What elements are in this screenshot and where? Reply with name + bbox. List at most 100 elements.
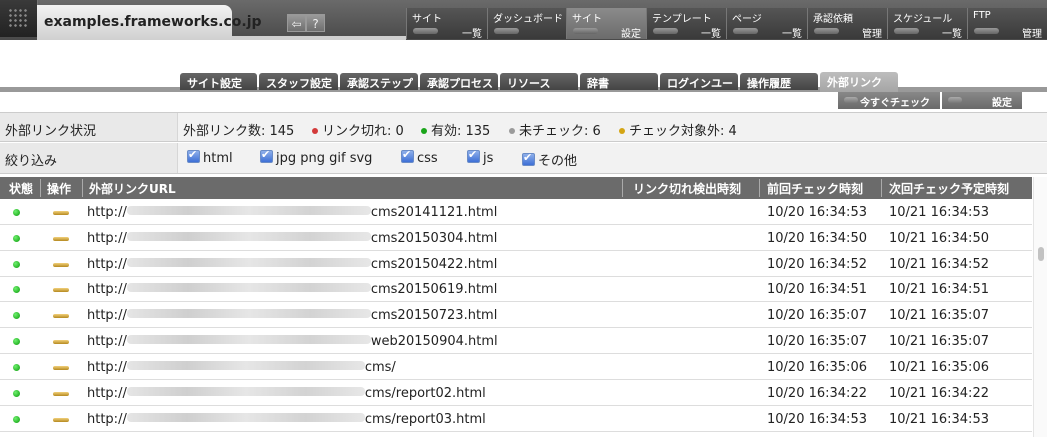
link-status-label: 外部リンク状況 [0,113,178,141]
table-row[interactable]: http://cms/ 10/20 16:35:06 10/21 16:35:0… [0,355,1032,380]
checkbox-checked-icon[interactable] [467,148,480,163]
valid-status-icon [13,364,20,371]
unchecked-status-icon [509,128,515,134]
link-url[interactable]: http://cms20150723.html [87,308,497,323]
nav-schedule-list[interactable]: スケジュール 一覧 [887,8,967,40]
table-row[interactable]: http://cms/report03.html 10/20 16:34:53 … [0,407,1032,432]
last-check-time: 10/20 16:34:22 [767,386,867,401]
excluded-status-icon [619,128,625,134]
nav-site-settings[interactable]: サイト 設定 [566,8,646,40]
edit-pencil-icon[interactable] [53,211,69,215]
links-table-header: 状態 操作 外部リンクURL リンク切れ検出時刻 前回チェック時刻 次回チェック… [0,177,1032,199]
check-now-button[interactable]: 今すぐチェック [838,92,940,109]
back-arrow-icon[interactable]: ⇦ [287,14,306,32]
nav-site-list[interactable]: サイト 一覧 [406,8,487,40]
link-url[interactable]: http://cms20141121.html [87,205,497,220]
tab-login-users[interactable]: ログインユーザ [660,73,738,106]
table-row[interactable]: http://cms/report02.html 10/20 16:34:22 … [0,381,1032,406]
last-check-time: 10/20 16:34:53 [767,412,867,427]
last-check-time: 10/20 16:34:52 [767,257,867,272]
link-url[interactable]: http://cms/ [87,360,396,375]
checkbox-checked-icon[interactable] [187,148,200,163]
edit-pencil-icon[interactable] [53,340,69,344]
checkbox-checked-icon[interactable] [522,151,535,166]
tab-approval-process[interactable]: 承認プロセス [420,73,498,90]
valid-status-icon [13,235,20,242]
link-url[interactable]: http://cms20150422.html [87,257,497,272]
scrollbar-thumb[interactable] [1038,247,1044,261]
site-name-tab[interactable]: examples.frameworks.co.jp [37,5,262,40]
app-menu-icon[interactable] [0,0,38,37]
header-broken-time[interactable]: リンク切れ検出時刻 [633,180,741,197]
nav-template-list[interactable]: テンプレート 一覧 [646,8,726,40]
link-status-row: 外部リンク状況 外部リンク数: 145 リンク切れ: 0 有効: 135 未チェ… [0,112,1047,142]
next-check-time: 10/21 16:34:52 [889,257,989,272]
edit-pencil-icon[interactable] [53,418,69,422]
checkbox-checked-icon[interactable] [260,148,273,163]
table-row[interactable]: http://cms20150723.html 10/20 16:35:07 1… [0,303,1032,328]
site-name: examples.frameworks.co.jp [44,14,262,30]
table-row[interactable]: http://web20150904.html 10/20 16:35:07 1… [0,329,1032,354]
last-check-time: 10/20 16:34:53 [767,205,867,220]
next-check-time: 10/21 16:34:50 [889,231,989,246]
header-status[interactable]: 状態 [9,180,33,197]
next-check-time: 10/21 16:35:06 [889,360,989,375]
edit-pencil-icon[interactable] [53,237,69,241]
filter-label: 絞り込み [0,143,178,173]
table-row[interactable]: http://cms20150619.html 10/20 16:34:51 1… [0,277,1032,302]
valid-status-icon [421,128,427,134]
nav-page-list[interactable]: ページ 一覧 [726,8,807,40]
table-row[interactable]: http://cms20150422.html 10/20 16:34:52 1… [0,252,1032,277]
filter-image-checkbox[interactable]: jpg png gif svg [260,148,372,166]
next-check-time: 10/21 16:34:51 [889,282,989,297]
next-check-time: 10/21 16:35:07 [889,308,989,323]
last-check-time: 10/20 16:35:07 [767,334,867,349]
tab-dictionary[interactable]: 辞書 [580,73,658,90]
redacted-url-segment [126,413,365,422]
table-row[interactable]: http://cms20141121.html 10/20 16:34:53 1… [0,200,1032,225]
tab-staff-settings[interactable]: スタッフ設定 [259,73,338,90]
nav-approval-requests[interactable]: 承認依頼 管理 [807,8,887,40]
link-url[interactable]: http://cms/report02.html [87,386,486,401]
tab-external-links[interactable]: 外部リンク [820,72,898,92]
header-action[interactable]: 操作 [47,180,71,197]
filter-html-checkbox[interactable]: html [187,148,233,166]
redacted-url-segment [126,232,371,241]
table-row[interactable]: http://cms20150304.html 10/20 16:34:50 1… [0,226,1032,251]
link-url[interactable]: http://web20150904.html [87,334,498,349]
redacted-url-segment [126,335,371,344]
filter-css-checkbox[interactable]: css [401,148,438,166]
nav-ftp-manage[interactable]: FTP 管理 [967,8,1047,40]
help-icon[interactable]: ? [306,14,325,32]
last-check-time: 10/20 16:34:50 [767,231,867,246]
unchecked-links: 未チェック: 6 [509,120,601,139]
link-url[interactable]: http://cms/report03.html [87,412,486,427]
excluded-links: チェック対象外: 4 [619,120,737,139]
valid-status-icon [13,312,20,319]
header-last-check[interactable]: 前回チェック時刻 [767,180,863,197]
edit-pencil-icon[interactable] [53,366,69,370]
header-url[interactable]: 外部リンクURL [89,180,176,197]
filter-js-checkbox[interactable]: js [467,148,493,166]
valid-status-icon [13,338,20,345]
edit-pencil-icon[interactable] [53,392,69,396]
valid-status-icon [13,286,20,293]
edit-pencil-icon[interactable] [53,314,69,318]
table-scrollbar[interactable] [1033,177,1047,437]
tab-site-settings[interactable]: サイト設定 [180,73,257,90]
header-next-check[interactable]: 次回チェック予定時刻 [889,180,1009,197]
tab-resources[interactable]: リソース [500,73,578,90]
filter-other-checkbox[interactable]: その他 [522,150,577,169]
redacted-url-segment [126,361,365,370]
valid-status-icon [13,209,20,216]
edit-pencil-icon[interactable] [53,288,69,292]
nav-dashboard[interactable]: ダッシュボード [487,8,566,39]
tab-operation-history[interactable]: 操作履歴 [740,73,818,90]
next-check-time: 10/21 16:34:22 [889,386,989,401]
tab-approval-steps[interactable]: 承認ステップ [340,73,418,90]
checkbox-checked-icon[interactable] [401,148,414,163]
link-url[interactable]: http://cms20150304.html [87,231,497,246]
link-settings-button[interactable]: 設定 [942,92,1022,109]
link-url[interactable]: http://cms20150619.html [87,282,497,297]
edit-pencil-icon[interactable] [53,263,69,267]
